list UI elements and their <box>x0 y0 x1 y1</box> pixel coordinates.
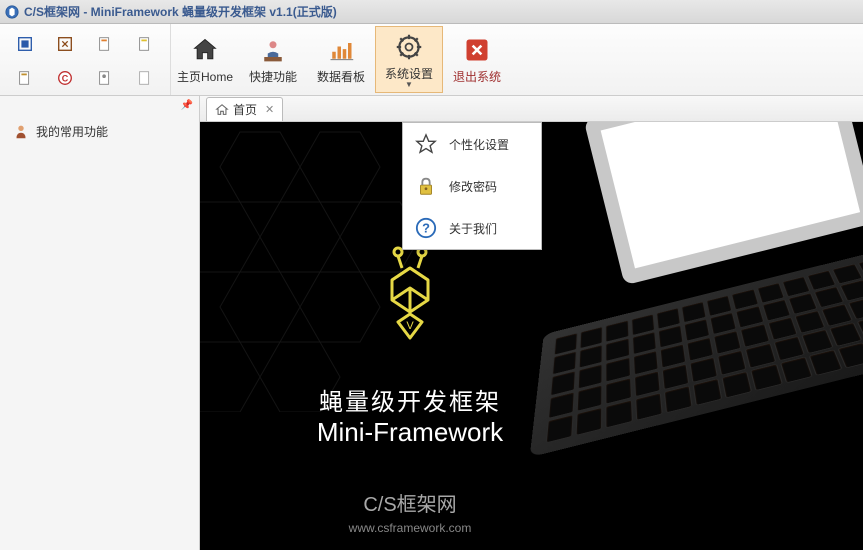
ribbon-quick-grid: C <box>0 24 171 95</box>
person-icon <box>12 122 30 140</box>
grid-item-5[interactable] <box>6 62 44 94</box>
chevron-down-icon: ▼ <box>405 82 413 88</box>
dashboard-button[interactable]: 数据看板 <box>307 26 375 93</box>
app-icon <box>4 4 20 20</box>
tab-bar: 首页 ✕ <box>200 96 863 122</box>
grid-item-2[interactable] <box>46 28 84 60</box>
home-label: 主页Home <box>177 68 233 85</box>
titlebar-text: C/S框架网 - MiniFramework 蝇量级开发框架 v1.1(正式版) <box>24 3 337 20</box>
exit-label: 退出系统 <box>453 68 501 85</box>
about-label: 关于我们 <box>449 220 497 237</box>
hero-en-title: Mini-Framework <box>317 417 503 448</box>
exit-button[interactable]: 退出系统 <box>443 26 511 93</box>
quick-button[interactable]: 快捷功能 <box>239 26 307 93</box>
tab-close-icon[interactable]: ✕ <box>265 103 274 116</box>
grid-item-6[interactable]: C <box>46 62 84 94</box>
personalize-label: 个性化设置 <box>449 136 509 153</box>
close-icon <box>463 34 491 66</box>
pin-icon[interactable]: 📌 <box>181 100 193 111</box>
chart-icon <box>327 34 355 66</box>
hero-cn-title: 蝇量级开发框架 <box>319 382 501 417</box>
home-canvas: V 蝇量级开发框架 Mini-Framework C/S框架网 www.csfr… <box>200 122 863 550</box>
tab-label: 首页 <box>233 101 257 118</box>
settings-button[interactable]: 系统设置 ▼ <box>375 26 443 93</box>
dashboard-label: 数据看板 <box>317 68 365 85</box>
content-area: 首页 ✕ <box>200 96 863 550</box>
help-icon: ? <box>415 217 437 239</box>
hero-block: V 蝇量级开发框架 Mini-Framework C/S框架网 www.csfr… <box>270 242 550 535</box>
favorites-label: 我的常用功能 <box>36 123 108 140</box>
grid-item-3[interactable] <box>86 28 124 60</box>
logo-icon: V <box>370 242 450 352</box>
ribbon-main-buttons: 主页Home 快捷功能 数据看板 系统设置 ▼ 退出系统 <box>171 24 511 95</box>
menu-password[interactable]: 修改密码 <box>403 165 541 207</box>
sidebar-item-favorites[interactable]: 我的常用功能 <box>0 116 199 146</box>
svg-text:C: C <box>62 74 69 84</box>
grid-item-4[interactable] <box>126 28 164 60</box>
lock-icon <box>415 175 437 197</box>
tab-home[interactable]: 首页 ✕ <box>206 97 283 121</box>
svg-text:?: ? <box>422 221 430 236</box>
home-button[interactable]: 主页Home <box>171 26 239 93</box>
password-label: 修改密码 <box>449 178 497 195</box>
grid-item-7[interactable] <box>86 62 124 94</box>
menu-personalize[interactable]: 个性化设置 <box>403 123 541 165</box>
ribbon-toolbar: C 主页Home 快捷功能 数据看板 系统设置 ▼ 退出系统 <box>0 24 863 96</box>
star-icon <box>415 133 437 155</box>
titlebar: C/S框架网 - MiniFramework 蝇量级开发框架 v1.1(正式版) <box>0 0 863 24</box>
main-area: 📌 我的常用功能 首页 ✕ <box>0 96 863 550</box>
quick-label: 快捷功能 <box>249 68 297 85</box>
person-icon <box>259 34 287 66</box>
home-icon <box>191 34 219 66</box>
svg-text:V: V <box>406 320 414 332</box>
grid-item-8[interactable] <box>126 62 164 94</box>
hero-brand: C/S框架网 <box>363 488 456 517</box>
home-icon <box>215 103 229 117</box>
menu-about[interactable]: ? 关于我们 <box>403 207 541 249</box>
hero-url: www.csframework.com <box>349 521 472 535</box>
grid-item-1[interactable] <box>6 28 44 60</box>
sidebar: 📌 我的常用功能 <box>0 96 200 550</box>
settings-dropdown: 个性化设置 修改密码 ? 关于我们 <box>402 122 542 250</box>
gear-icon <box>395 31 423 63</box>
